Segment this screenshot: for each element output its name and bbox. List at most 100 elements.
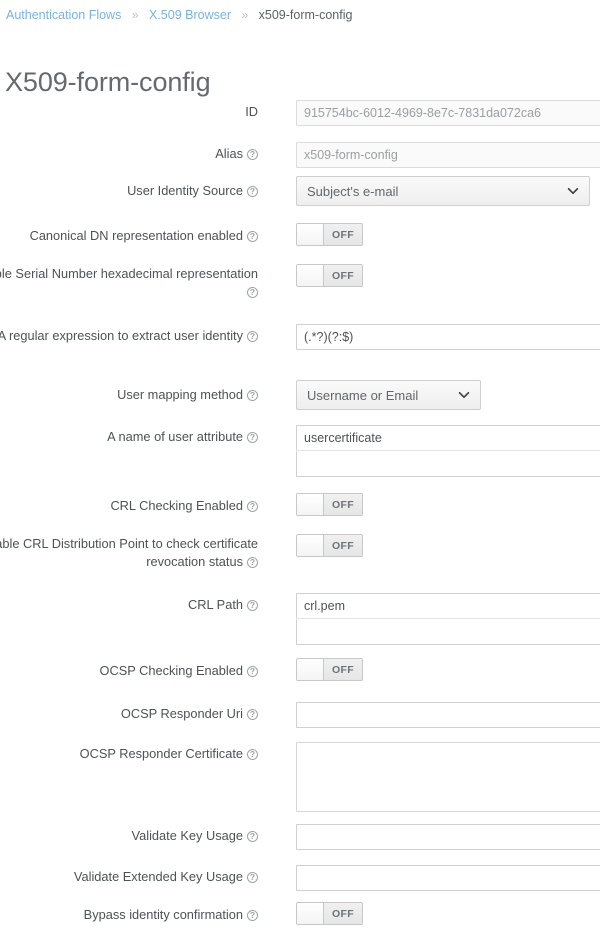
label-id: ID xyxy=(0,103,258,121)
label-text: Enable CRL Distribution Point to check c… xyxy=(0,536,258,569)
select-value: Username or Email xyxy=(307,387,419,403)
toggle-handle[interactable] xyxy=(297,535,324,556)
label-text: Validate Key Usage xyxy=(131,828,243,843)
textarea-ocsp_responder_certificate[interactable] xyxy=(296,742,600,812)
label-user_identity_source: User Identity Source? xyxy=(0,182,258,200)
toggle-ocsp_checking[interactable]: OFF xyxy=(296,658,363,681)
label-text: CRL Path xyxy=(187,597,243,612)
label-user_attribute_name: A name of user attribute? xyxy=(0,428,258,446)
input-user_attribute_name-secondary[interactable] xyxy=(296,451,600,477)
label-ocsp_responder_uri: OCSP Responder Uri? xyxy=(0,705,258,723)
help-icon[interactable]: ? xyxy=(247,872,258,883)
toggle-handle[interactable] xyxy=(297,903,324,924)
label-crl_checking: CRL Checking Enabled? xyxy=(0,497,258,515)
breadcrumb-item-current: x509-form-config xyxy=(258,8,353,22)
toggle-handle[interactable] xyxy=(297,265,324,286)
label-ocsp_responder_certificate: OCSP Responder Certificate? xyxy=(0,745,258,763)
label-serial_hex: Enable Serial Number hexadecimal represe… xyxy=(0,265,258,301)
control-crl_distribution_point: OFF xyxy=(296,534,363,561)
help-icon[interactable]: ? xyxy=(247,600,258,611)
input-user_attribute_name[interactable] xyxy=(296,425,600,451)
input-validate_key_usage[interactable] xyxy=(296,824,600,850)
breadcrumb-item-authentication-flows[interactable]: Authentication Flows xyxy=(6,8,121,22)
control-user_identity_source: Subject's e-mail xyxy=(296,176,590,206)
toggle-state-label: OFF xyxy=(324,265,362,286)
chevron-down-icon xyxy=(567,185,579,197)
label-user_mapping_method: User mapping method? xyxy=(0,386,258,404)
label-crl_path: CRL Path? xyxy=(0,596,258,614)
label-bypass_identity_confirmation: Bypass identity confirmation? xyxy=(0,906,258,924)
label-text: Alias xyxy=(215,146,243,161)
help-icon[interactable]: ? xyxy=(247,287,258,298)
help-icon[interactable]: ? xyxy=(247,831,258,842)
toggle-state-label: OFF xyxy=(324,659,362,680)
label-validate_key_usage: Validate Key Usage? xyxy=(0,827,258,845)
input-crl_path[interactable] xyxy=(296,593,600,619)
input-crl_path-secondary[interactable] xyxy=(296,619,600,645)
toggle-handle[interactable] xyxy=(297,224,324,245)
help-icon[interactable]: ? xyxy=(247,910,258,921)
toggle-state-label: OFF xyxy=(324,224,362,245)
select-user_identity_source[interactable]: Subject's e-mail xyxy=(296,176,590,206)
label-text: OCSP Responder Uri xyxy=(120,706,243,721)
help-icon[interactable]: ? xyxy=(247,709,258,720)
toggle-state-label: OFF xyxy=(324,494,362,515)
chevron-down-icon xyxy=(458,389,470,401)
label-text: A name of user attribute xyxy=(107,429,243,444)
input-id[interactable] xyxy=(296,100,600,126)
control-user_mapping_method: Username or Email xyxy=(296,380,481,410)
control-crl_path xyxy=(296,593,600,645)
label-canonical_dn: Canonical DN representation enabled? xyxy=(0,227,258,245)
control-ocsp_responder_uri xyxy=(296,702,600,728)
input-validate_extended_key_usage[interactable] xyxy=(296,865,600,891)
help-icon[interactable]: ? xyxy=(247,149,258,160)
label-text: Bypass identity confirmation xyxy=(83,907,243,922)
control-canonical_dn: OFF xyxy=(296,223,363,250)
toggle-handle[interactable] xyxy=(297,494,324,515)
help-icon[interactable]: ? xyxy=(247,501,258,512)
input-alias[interactable] xyxy=(296,142,600,168)
help-icon[interactable]: ? xyxy=(247,432,258,443)
control-validate_extended_key_usage xyxy=(296,865,600,891)
toggle-state-label: OFF xyxy=(324,535,362,556)
toggle-state-label: OFF xyxy=(324,903,362,924)
label-text: OCSP Checking Enabled xyxy=(99,663,243,678)
toggle-crl_checking[interactable]: OFF xyxy=(296,493,363,516)
label-text: A regular expression to extract user ide… xyxy=(0,328,243,343)
control-user_attribute_name xyxy=(296,425,600,477)
help-icon[interactable]: ? xyxy=(247,186,258,197)
toggle-handle[interactable] xyxy=(297,659,324,680)
select-value: Subject's e-mail xyxy=(307,183,399,199)
input-ocsp_responder_uri[interactable] xyxy=(296,702,600,728)
label-text: Canonical DN representation enabled xyxy=(29,228,243,243)
control-identity_regex xyxy=(296,324,600,350)
help-icon[interactable]: ? xyxy=(247,557,258,568)
select-user_mapping_method[interactable]: Username or Email xyxy=(296,380,481,410)
label-ocsp_checking: OCSP Checking Enabled? xyxy=(0,662,258,680)
label-text: User mapping method xyxy=(117,387,243,402)
toggle-crl_distribution_point[interactable]: OFF xyxy=(296,534,363,557)
label-validate_extended_key_usage: Validate Extended Key Usage? xyxy=(0,868,258,886)
help-icon[interactable]: ? xyxy=(247,331,258,342)
page-title: X509-form-config xyxy=(5,67,211,98)
breadcrumb: Authentication Flows » X.509 Browser » x… xyxy=(6,7,352,23)
label-text: Validate Extended Key Usage xyxy=(73,869,243,884)
label-identity_regex: A regular expression to extract user ide… xyxy=(0,327,258,345)
toggle-canonical_dn[interactable]: OFF xyxy=(296,223,363,246)
toggle-serial_hex[interactable]: OFF xyxy=(296,264,363,287)
help-icon[interactable]: ? xyxy=(247,231,258,242)
label-crl_distribution_point: Enable CRL Distribution Point to check c… xyxy=(0,535,258,571)
help-icon[interactable]: ? xyxy=(247,390,258,401)
label-text: User Identity Source xyxy=(127,183,243,198)
label-text: Enable Serial Number hexadecimal represe… xyxy=(0,266,258,281)
help-icon[interactable]: ? xyxy=(247,749,258,760)
help-icon[interactable]: ? xyxy=(247,666,258,677)
toggle-bypass_identity_confirmation[interactable]: OFF xyxy=(296,902,363,925)
control-bypass_identity_confirmation: OFF xyxy=(296,902,363,929)
control-validate_key_usage xyxy=(296,824,600,850)
breadcrumb-separator-icon: » xyxy=(241,8,249,22)
input-identity_regex[interactable] xyxy=(296,324,600,350)
label-text: CRL Checking Enabled xyxy=(110,498,243,513)
breadcrumb-item-x509-browser[interactable]: X.509 Browser xyxy=(149,8,231,22)
control-ocsp_checking: OFF xyxy=(296,658,363,685)
